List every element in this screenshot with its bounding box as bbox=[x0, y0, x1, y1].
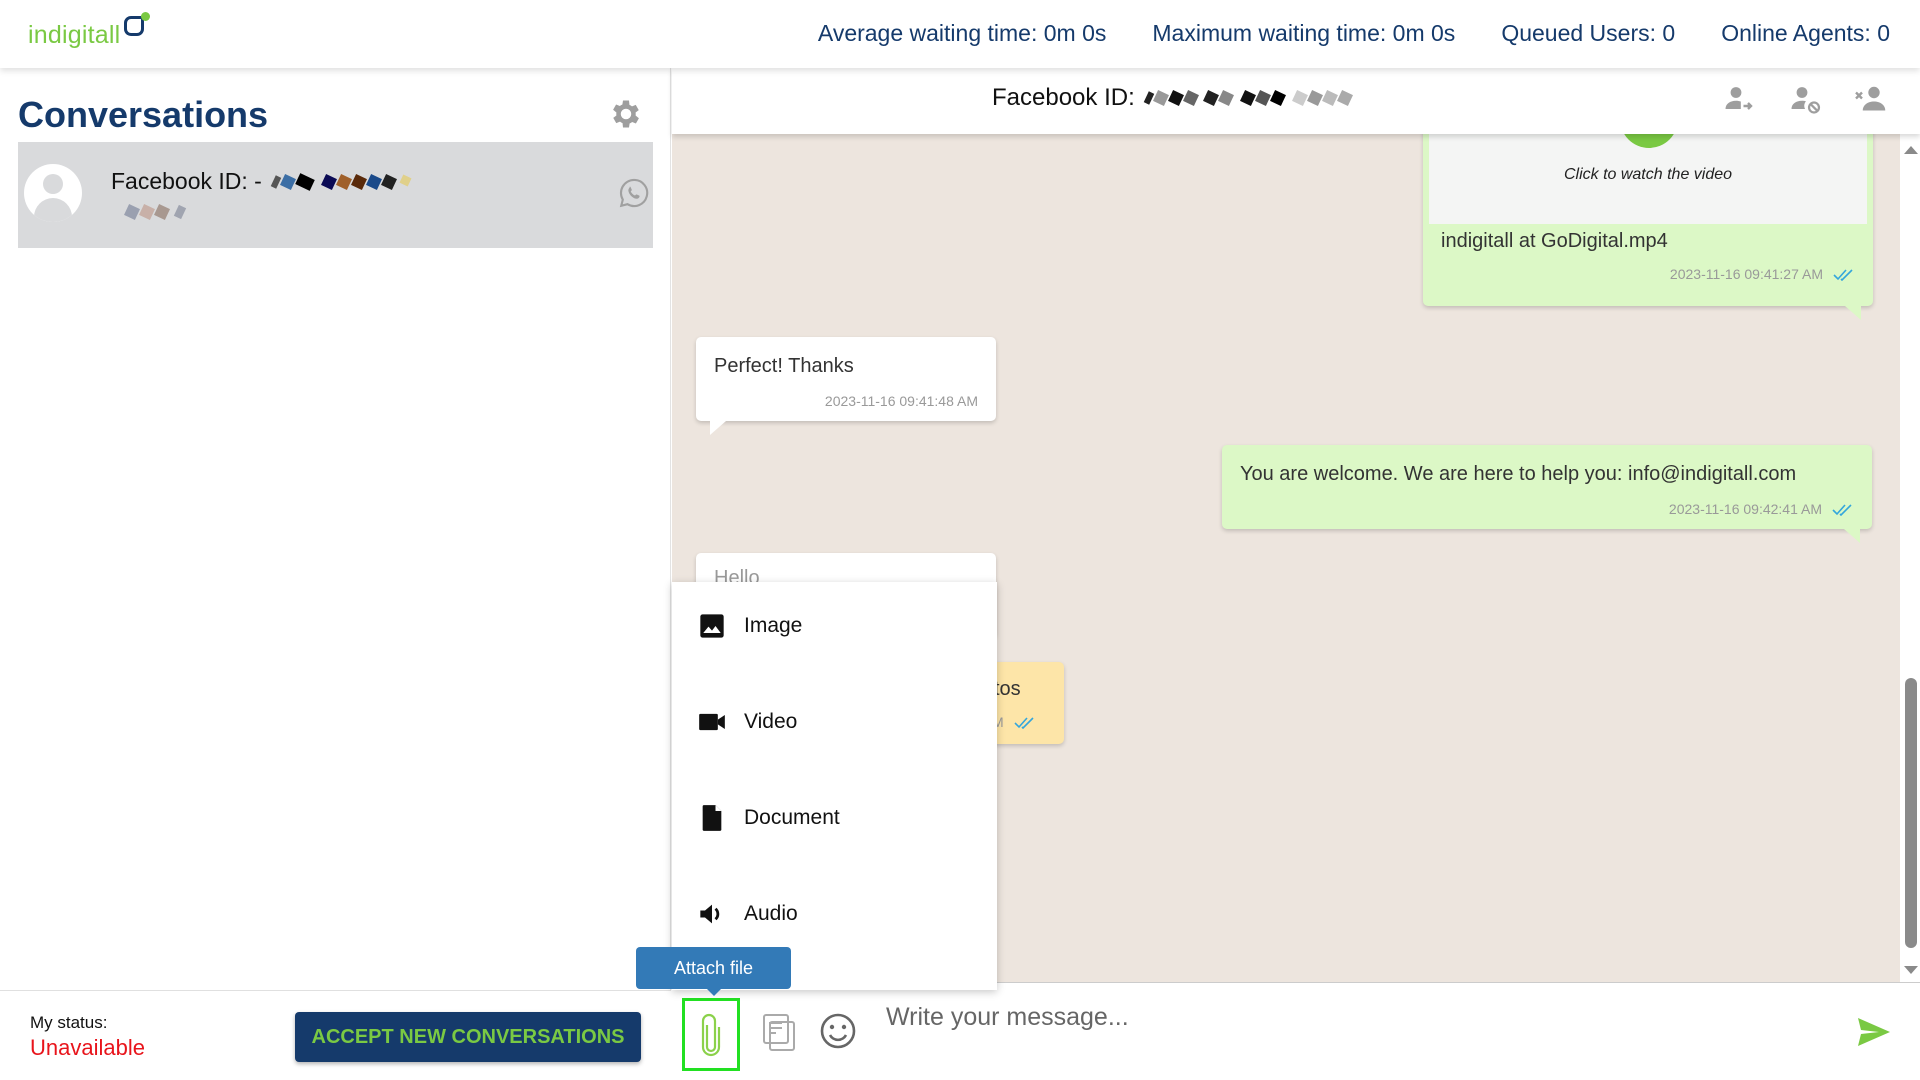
messages-scrollbar[interactable] bbox=[1900, 134, 1920, 982]
message-composer bbox=[672, 982, 1920, 1080]
attach-file-tooltip: Attach file bbox=[636, 947, 791, 996]
attach-menu-item-image[interactable]: Image bbox=[698, 612, 802, 640]
message-outgoing: You are welcome. We are here to help you… bbox=[1222, 445, 1872, 543]
gear-icon[interactable] bbox=[608, 96, 644, 132]
video-camera-icon bbox=[699, 713, 725, 731]
scroll-thumb[interactable] bbox=[1905, 678, 1917, 948]
attach-menu-item-document[interactable]: Document bbox=[698, 804, 840, 832]
redacted-id-line2 bbox=[123, 204, 187, 220]
message-timestamp: M bbox=[992, 714, 1036, 730]
smiley-icon bbox=[820, 1013, 856, 1049]
transfer-user-icon[interactable] bbox=[1720, 82, 1758, 118]
double-check-icon bbox=[1014, 717, 1034, 730]
message-text: tos bbox=[994, 678, 1021, 700]
send-button[interactable] bbox=[1854, 1015, 1894, 1051]
message-timestamp: 2023-11-16 09:41:27 AM bbox=[1670, 266, 1855, 282]
top-bar: indigitall Average waiting time: 0m 0s M… bbox=[0, 0, 1920, 68]
redacted-id bbox=[1143, 90, 1353, 106]
scroll-down-arrow-icon[interactable] bbox=[1904, 966, 1918, 974]
accept-new-conversations-button[interactable]: ACCEPT NEW CONVERSATIONS bbox=[295, 1012, 641, 1062]
attach-file-button[interactable] bbox=[682, 998, 740, 1071]
status-label: My status: bbox=[30, 1013, 108, 1032]
status-value: Unavailable bbox=[30, 1035, 145, 1060]
conversation-item[interactable]: Facebook ID: - bbox=[18, 142, 653, 248]
avatar bbox=[24, 164, 82, 222]
message-timestamp: 2023-11-16 09:42:41 AM bbox=[1669, 501, 1854, 517]
double-check-icon bbox=[1832, 504, 1852, 517]
close-conversation-icon[interactable] bbox=[1852, 82, 1890, 118]
attach-menu-item-audio[interactable]: Audio bbox=[698, 900, 798, 928]
queue-stats: Average waiting time: 0m 0s Maximum wait… bbox=[818, 20, 1890, 47]
chat-header: Facebook ID: bbox=[672, 68, 1920, 134]
templates-icon bbox=[763, 1014, 795, 1051]
message-incoming: Perfect! Thanks 2023-11-16 09:41:48 AM bbox=[696, 337, 996, 435]
logo-text: indigitall bbox=[28, 21, 121, 49]
message-text: You are welcome. We are here to help you… bbox=[1240, 463, 1797, 485]
attach-menu: Image Video Document Audio bbox=[672, 582, 997, 990]
conversations-panel: Conversations Facebook ID: - bbox=[0, 68, 671, 990]
message-timestamp: 2023-11-16 09:41:48 AM bbox=[824, 393, 978, 409]
agent-status-bar: My status: Unavailable ACCEPT NEW CONVER… bbox=[0, 990, 671, 1080]
stat-maximum-waiting: Maximum waiting time: 0m 0s bbox=[1152, 20, 1456, 46]
emoji-button[interactable] bbox=[818, 1011, 858, 1051]
whatsapp-icon bbox=[619, 178, 649, 208]
speaker-icon bbox=[700, 904, 720, 924]
paperclip-icon bbox=[701, 1013, 721, 1056]
video-filename: indigitall at GoDigital.mp4 bbox=[1441, 230, 1668, 252]
video-thumbnail[interactable]: Click to watch the video bbox=[1429, 134, 1867, 224]
templates-button[interactable] bbox=[760, 1013, 796, 1053]
play-icon[interactable] bbox=[1620, 134, 1678, 148]
video-caption: Click to watch the video bbox=[1563, 166, 1733, 183]
double-check-icon bbox=[1833, 269, 1853, 282]
conversations-title: Conversations bbox=[18, 94, 269, 135]
logo: indigitall bbox=[28, 12, 151, 50]
block-user-icon[interactable] bbox=[1786, 82, 1824, 118]
redacted-id bbox=[270, 172, 412, 191]
message-input[interactable] bbox=[886, 997, 1786, 1037]
document-icon bbox=[702, 805, 722, 831]
image-icon bbox=[700, 614, 724, 638]
stat-online-agents: Online Agents: 0 bbox=[1721, 20, 1890, 46]
scroll-up-arrow-icon[interactable] bbox=[1904, 146, 1918, 154]
stat-queued-users: Queued Users: 0 bbox=[1501, 20, 1676, 46]
chat-title: Facebook ID: bbox=[992, 84, 1353, 112]
attach-menu-item-video[interactable]: Video bbox=[698, 708, 797, 736]
message-video[interactable]: Click to watch the video indigitall at G… bbox=[1423, 134, 1873, 320]
logo-mark-icon bbox=[124, 12, 151, 36]
message-text: Perfect! Thanks bbox=[714, 355, 854, 377]
conversation-name: Facebook ID: - bbox=[111, 168, 412, 195]
stat-average-waiting: Average waiting time: 0m 0s bbox=[817, 20, 1107, 46]
send-icon bbox=[1858, 1017, 1890, 1046]
